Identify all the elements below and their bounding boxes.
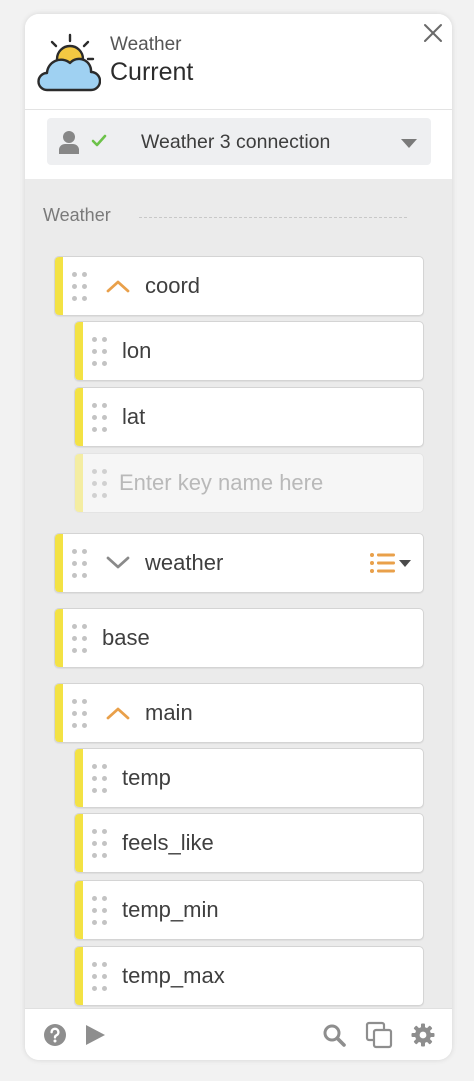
chevron-up-icon[interactable] <box>106 279 130 293</box>
footer-toolbar <box>25 1008 452 1060</box>
section-title: Weather <box>43 205 111 225</box>
check-icon <box>91 134 107 147</box>
node-lat[interactable]: lat <box>74 387 424 447</box>
node-lon[interactable]: lon <box>74 321 424 381</box>
node-accent-bar <box>75 749 83 807</box>
node-base[interactable]: base <box>54 608 424 668</box>
node-temp[interactable]: temp <box>74 748 424 808</box>
drag-handle-icon[interactable] <box>72 272 90 302</box>
node-accent-bar <box>55 609 63 667</box>
sun-cloud-icon <box>37 33 101 92</box>
drag-handle-icon[interactable] <box>92 829 110 859</box>
drag-handle-icon[interactable] <box>92 962 110 992</box>
node-label: weather <box>145 550 224 575</box>
drag-handle-icon[interactable] <box>92 337 110 367</box>
node-weather[interactable]: weather <box>54 533 424 593</box>
panel-header: Weather Current <box>25 14 452 110</box>
gear-icon[interactable] <box>411 1023 435 1047</box>
drag-handle-icon[interactable] <box>92 896 110 926</box>
node-accent-bar <box>55 684 63 742</box>
connection-bar: Weather 3 connection <box>25 110 452 179</box>
node-accent-bar <box>75 454 83 512</box>
node-accent-bar <box>75 814 83 872</box>
section-divider <box>139 217 407 218</box>
node-label: temp_min <box>122 897 219 922</box>
drag-handle-icon[interactable] <box>92 403 110 433</box>
node-label: lon <box>122 338 152 363</box>
chevron-down-icon[interactable] <box>106 556 130 570</box>
node-label: base <box>102 625 150 650</box>
node-accent-bar <box>75 947 83 1005</box>
copy-icon[interactable] <box>365 1021 393 1049</box>
drag-handle-icon <box>92 469 110 499</box>
app-title: Current <box>110 58 194 86</box>
node-label: feels_like <box>122 830 214 855</box>
node-feels-like[interactable]: feels_like <box>74 813 424 873</box>
search-icon[interactable] <box>322 1023 346 1047</box>
connection-label: Weather 3 connection <box>141 131 331 153</box>
user-icon <box>59 131 79 154</box>
list-menu-icon[interactable] <box>369 552 413 574</box>
app-label: Weather <box>110 34 182 55</box>
connection-select[interactable]: Weather 3 connection <box>47 118 431 165</box>
node-label: lat <box>122 404 146 429</box>
drag-handle-icon[interactable] <box>72 699 90 729</box>
node-accent-bar <box>75 881 83 939</box>
drag-handle-icon[interactable] <box>92 764 110 794</box>
node-temp-max[interactable]: temp_max <box>74 946 424 1006</box>
drag-handle-icon[interactable] <box>72 549 90 579</box>
drag-handle-icon[interactable] <box>72 624 90 654</box>
new-key-row <box>74 453 424 513</box>
node-label: temp <box>122 765 171 790</box>
node-accent-bar <box>75 322 83 380</box>
node-coord[interactable]: coord <box>54 256 424 316</box>
schema-tree: Weather coord lon lat Enter key name her… <box>25 179 452 1008</box>
node-temp-min[interactable]: temp_min <box>74 880 424 940</box>
key-name-input[interactable] <box>119 466 409 500</box>
chevron-up-icon[interactable] <box>106 706 130 720</box>
help-icon[interactable] <box>43 1023 67 1047</box>
node-label: temp_max <box>122 963 225 988</box>
node-label: main <box>145 700 193 725</box>
node-accent-bar <box>55 257 63 315</box>
node-main[interactable]: main <box>54 683 424 743</box>
node-accent-bar <box>55 534 63 592</box>
chevron-down-icon[interactable] <box>401 139 417 148</box>
close-icon[interactable] <box>422 22 444 44</box>
node-label: coord <box>145 273 201 298</box>
node-accent-bar <box>75 388 83 446</box>
weather-panel: Weather Current Weather 3 connection Wea… <box>25 14 452 1060</box>
play-icon[interactable] <box>83 1023 107 1047</box>
